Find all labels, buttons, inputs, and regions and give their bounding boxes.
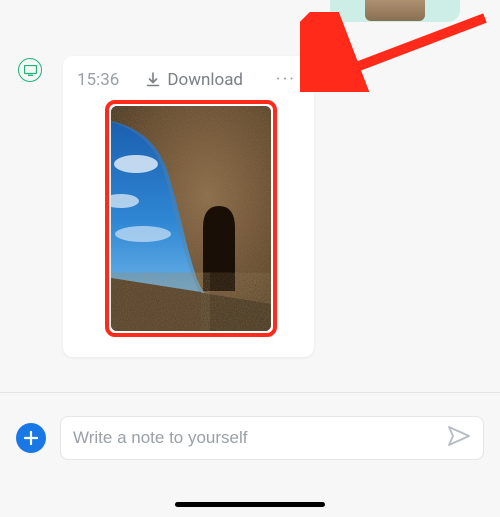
download-icon	[145, 72, 161, 88]
message-image[interactable]	[111, 106, 271, 331]
compose-bar	[0, 410, 500, 466]
home-indicator[interactable]	[175, 502, 325, 507]
message-timestamp: 15:36	[77, 70, 119, 90]
message-header: 15:36 Download ···	[77, 70, 300, 90]
plus-icon	[23, 430, 39, 446]
compose-input[interactable]	[73, 428, 439, 448]
send-button[interactable]	[447, 425, 471, 451]
previous-image-thumbnail	[365, 0, 425, 21]
annotation-arrow	[300, 12, 490, 92]
section-divider	[0, 392, 500, 393]
download-label: Download	[167, 70, 243, 90]
message-card: 15:36 Download ···	[63, 56, 314, 357]
desktop-origin-icon	[18, 58, 42, 82]
image-highlight-annotation	[105, 100, 277, 337]
more-options-button[interactable]: ···	[276, 71, 300, 89]
download-button[interactable]: Download	[129, 70, 243, 90]
send-icon	[447, 425, 471, 447]
previous-message-bubble[interactable]	[330, 0, 460, 22]
add-attachment-button[interactable]	[16, 423, 46, 453]
compose-input-container	[60, 416, 484, 460]
